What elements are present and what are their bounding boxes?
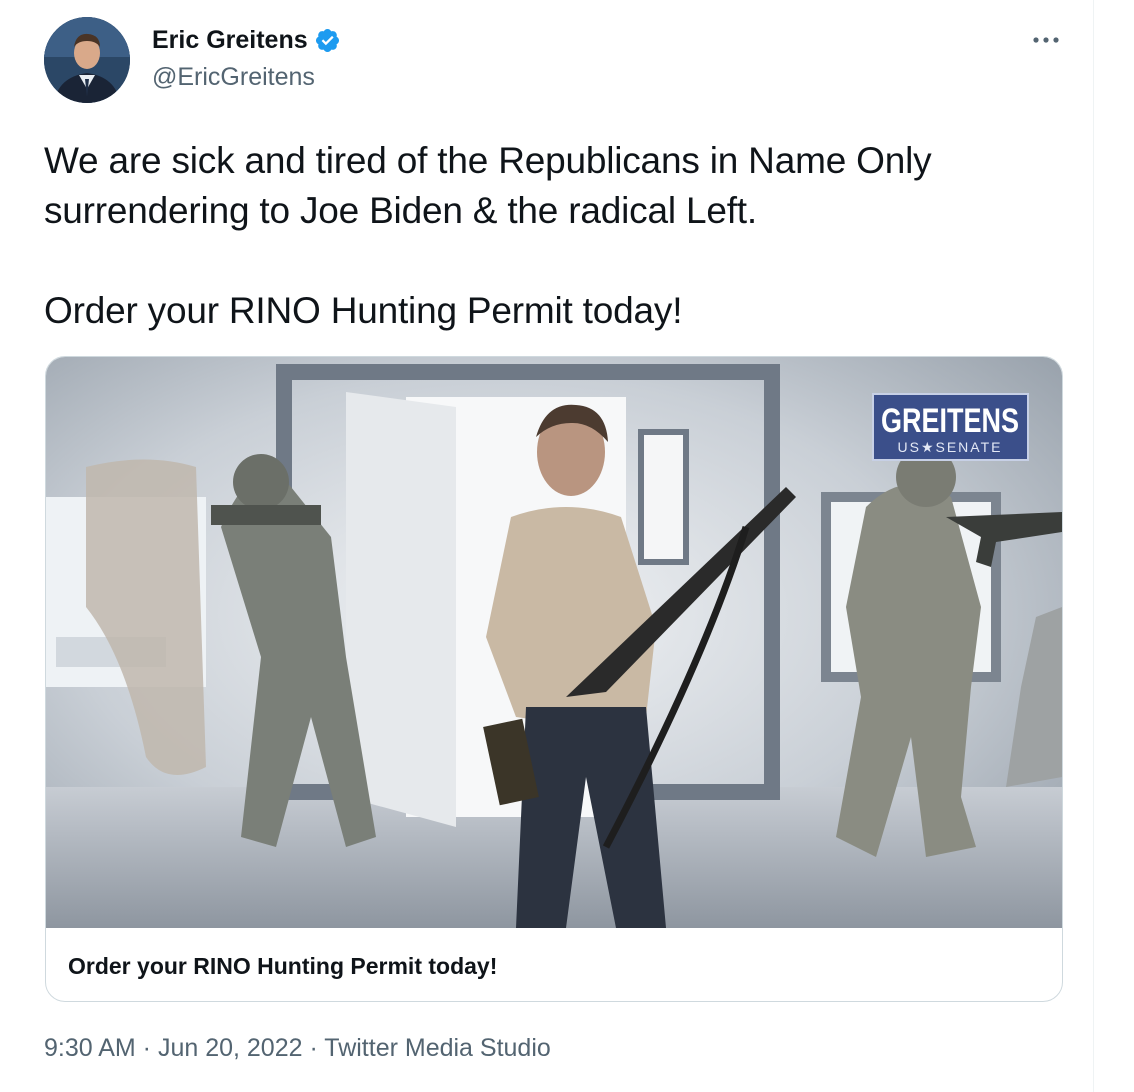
campaign-logo: GREITENS US★SENATE bbox=[872, 393, 1029, 461]
column-divider bbox=[1093, 0, 1094, 1092]
verified-badge-icon bbox=[314, 27, 341, 54]
video-thumbnail[interactable]: GREITENS US★SENATE bbox=[46, 357, 1062, 928]
card-caption[interactable]: Order your RINO Hunting Permit today! bbox=[68, 951, 497, 981]
logo-subtitle: US★SENATE bbox=[898, 439, 1003, 455]
tweet-time[interactable]: 9:30 AM bbox=[44, 1034, 136, 1062]
meta-separator: · bbox=[302, 1034, 325, 1062]
display-name-text[interactable]: Eric Greitens bbox=[152, 24, 308, 56]
more-options-icon[interactable] bbox=[1030, 28, 1062, 52]
avatar[interactable] bbox=[44, 17, 130, 103]
handle[interactable]: @EricGreitens bbox=[152, 61, 315, 93]
meta-separator: · bbox=[135, 1034, 158, 1062]
tweet-meta: 9:30 AM · Jun 20, 2022 · Twitter Media S… bbox=[44, 1031, 551, 1065]
profile-photo-icon bbox=[44, 17, 130, 103]
tweet-date[interactable]: Jun 20, 2022 bbox=[158, 1034, 303, 1062]
tweet-source[interactable]: Twitter Media Studio bbox=[324, 1034, 551, 1062]
tweet-text: We are sick and tired of the Republicans… bbox=[44, 140, 932, 331]
media-card[interactable]: GREITENS US★SENATE Order your RINO Hunti… bbox=[45, 356, 1063, 1002]
logo-title: GREITENS bbox=[881, 402, 1019, 440]
display-name[interactable]: Eric Greitens bbox=[152, 24, 341, 56]
